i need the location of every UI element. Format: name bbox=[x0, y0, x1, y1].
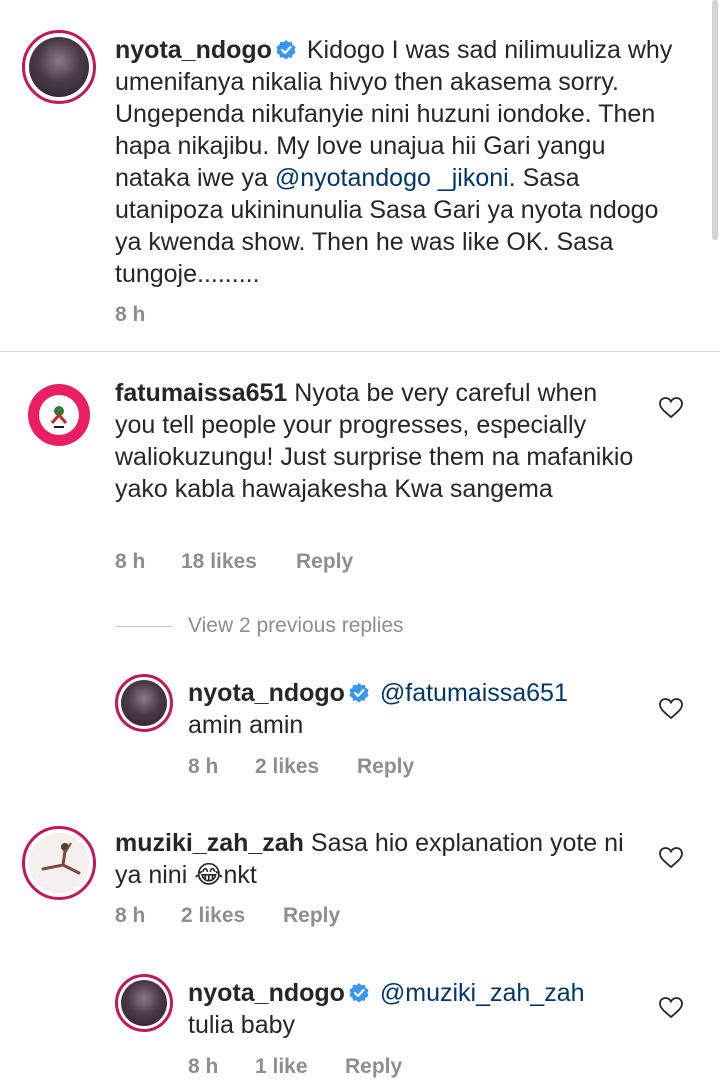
avatar[interactable] bbox=[22, 30, 96, 104]
heart-outline-icon[interactable] bbox=[659, 847, 683, 869]
reply-body: tulia baby bbox=[188, 1011, 296, 1039]
timestamp[interactable]: 8 h bbox=[115, 904, 181, 928]
dancer-figure-icon bbox=[41, 842, 81, 875]
like-count[interactable]: 1 like bbox=[255, 1055, 345, 1079]
comment-meta: 8 h 2 likes Reply bbox=[115, 904, 340, 928]
avatar[interactable] bbox=[22, 378, 96, 452]
username[interactable]: nyota_ndogo bbox=[188, 679, 345, 707]
avatar-logo-icon bbox=[50, 406, 68, 428]
comment-meta: 8 h 2 likes Reply bbox=[188, 755, 414, 779]
divider bbox=[0, 351, 720, 352]
comment-text: fatumaissa651 Nyota be very careful when… bbox=[115, 377, 635, 505]
avatar[interactable] bbox=[115, 674, 173, 732]
username[interactable]: muziki_zah_zah bbox=[115, 829, 304, 857]
reply-button[interactable]: Reply bbox=[296, 550, 353, 574]
reply-text: nyota_ndogo @muziki_zah_zahtulia baby bbox=[188, 977, 638, 1041]
username[interactable]: nyota_ndogo bbox=[188, 979, 345, 1007]
reply-button[interactable]: Reply bbox=[357, 755, 414, 779]
mention-link[interactable]: @fatumaissa651 bbox=[373, 679, 568, 707]
view-replies-line bbox=[115, 626, 173, 627]
reply-text: nyota_ndogo @fatumaissa651 amin amin bbox=[188, 677, 638, 741]
verified-badge-icon bbox=[349, 683, 369, 703]
username[interactable]: fatumaissa651 bbox=[115, 379, 287, 407]
timestamp[interactable]: 8 h bbox=[115, 303, 145, 327]
reply-button[interactable]: Reply bbox=[283, 904, 340, 928]
verified-badge-icon bbox=[349, 983, 369, 1003]
view-replies-button[interactable]: View 2 previous replies bbox=[188, 614, 404, 638]
username[interactable]: nyota_ndogo bbox=[115, 36, 272, 64]
reply-button[interactable]: Reply bbox=[345, 1055, 402, 1079]
heart-outline-icon[interactable] bbox=[659, 698, 683, 720]
mention-link[interactable]: @nyotandogo _jikoni bbox=[275, 164, 509, 192]
timestamp[interactable]: 8 h bbox=[188, 755, 255, 779]
laughing-emoji-icon: 😂 bbox=[194, 861, 224, 889]
avatar[interactable] bbox=[115, 974, 173, 1032]
comment-meta: 8 h 18 likes Reply bbox=[115, 550, 353, 574]
comment-meta: 8 h bbox=[115, 303, 145, 327]
comment-meta: 8 h 1 like Reply bbox=[188, 1055, 402, 1079]
like-count[interactable]: 2 likes bbox=[255, 755, 357, 779]
timestamp[interactable]: 8 h bbox=[188, 1055, 255, 1079]
comment-text: muziki_zah_zah Sasa hio explanation yote… bbox=[115, 827, 635, 891]
heart-outline-icon[interactable] bbox=[659, 397, 683, 419]
timestamp[interactable]: 8 h bbox=[115, 550, 181, 574]
avatar[interactable] bbox=[22, 826, 96, 900]
caption-text: nyota_ndogo Kidogo I was sad nilimuuliza… bbox=[115, 34, 675, 290]
mention-link[interactable]: @muziki_zah_zah bbox=[373, 979, 585, 1007]
like-count[interactable]: 18 likes bbox=[181, 550, 296, 574]
reply-body: amin amin bbox=[188, 711, 304, 739]
heart-outline-icon[interactable] bbox=[659, 997, 683, 1019]
comment-body-continued: nkt bbox=[223, 861, 257, 889]
verified-badge-icon bbox=[276, 40, 296, 60]
like-count[interactable]: 2 likes bbox=[181, 904, 283, 928]
scrollbar[interactable] bbox=[712, 0, 718, 240]
